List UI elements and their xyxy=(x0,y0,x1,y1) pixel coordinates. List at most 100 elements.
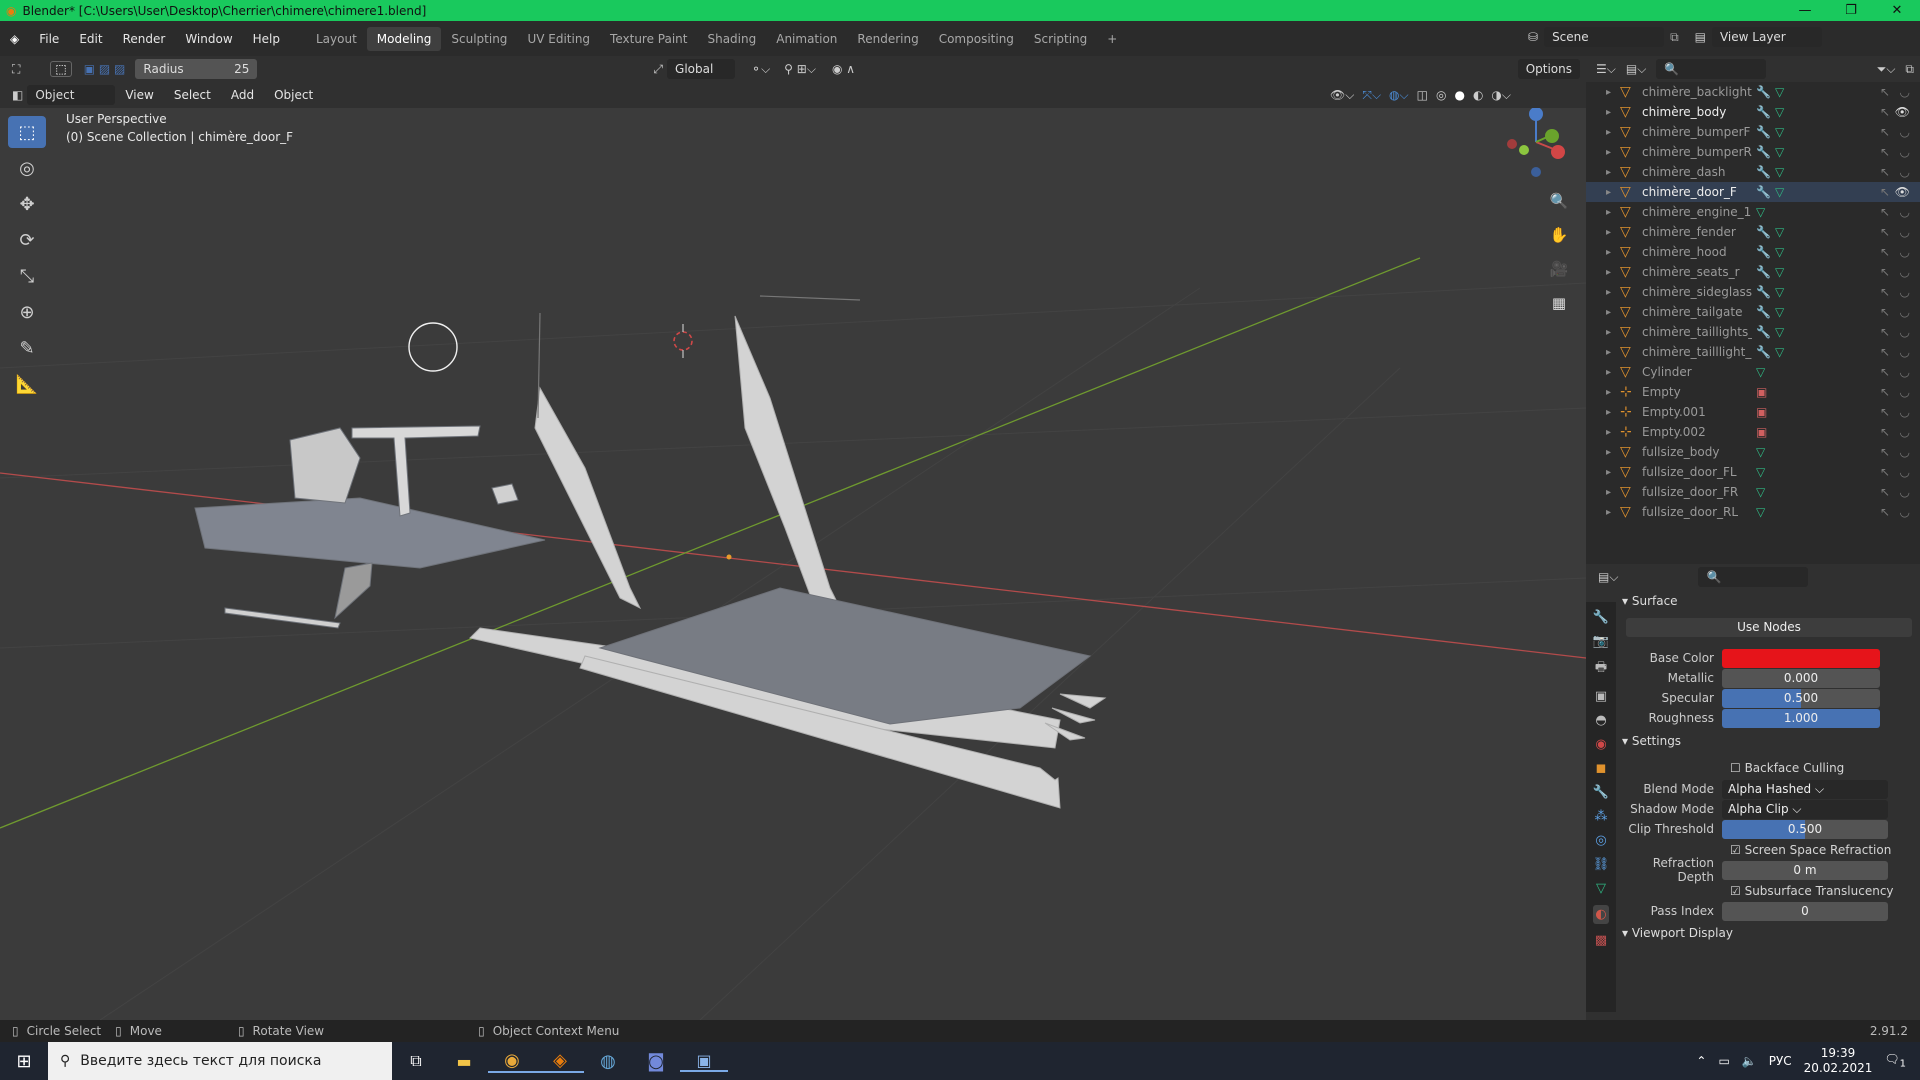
tray-chevron-icon[interactable]: ⌃ xyxy=(1696,1054,1706,1068)
outliner-row[interactable]: ▸ ⊹ Empty.001 ▣ ↖ ◡ xyxy=(1586,402,1920,422)
sss-checkbox[interactable]: ☑ Subsurface Translucency xyxy=(1730,884,1894,898)
shading-material-icon[interactable]: ◐ xyxy=(1473,88,1483,102)
outliner-row[interactable]: ▸ ⊹ Empty.002 ▣ ↖ ◡ xyxy=(1586,422,1920,442)
eye-closed-icon[interactable]: ◡ xyxy=(1900,305,1910,319)
eye-closed-icon[interactable]: ◡ xyxy=(1900,225,1910,239)
clock[interactable]: 19:39 20.02.2021 xyxy=(1804,1046,1873,1076)
scale-tool-icon[interactable]: ⤡ xyxy=(8,260,46,292)
task-view-icon[interactable]: ⧉ xyxy=(392,1051,440,1071)
selectable-arrow-icon[interactable]: ↖ xyxy=(1880,245,1890,259)
expand-arrow-icon[interactable]: ▸ xyxy=(1586,487,1611,498)
outliner-row[interactable]: ▸▽fullsize_door_RR▽↖◡ xyxy=(1586,522,1920,524)
expand-arrow-icon[interactable]: ▸ xyxy=(1586,427,1611,438)
camera-icon[interactable]: 🎥 xyxy=(1546,256,1572,282)
blender-taskbar-icon[interactable]: ◈ xyxy=(536,1050,584,1073)
gizmo-icon[interactable]: ⤧⌵ xyxy=(1362,88,1381,103)
radius-field[interactable]: Radius 25 xyxy=(135,59,258,79)
eye-closed-icon[interactable]: ◡ xyxy=(1900,445,1910,459)
dash-seat[interactable] xyxy=(289,427,361,504)
menu-add[interactable]: Add xyxy=(221,88,264,102)
expand-arrow-icon[interactable]: ▸ xyxy=(1586,347,1611,358)
tab-layout[interactable]: Layout xyxy=(306,27,367,51)
outliner-row[interactable]: ▸ ▽ chimère_body 🔧 ▽ ↖ 👁 xyxy=(1586,102,1920,122)
settings-panel-header[interactable]: ▾ Settings xyxy=(1622,734,1681,748)
particles-tab-icon[interactable]: ⁂ xyxy=(1595,809,1608,824)
expand-arrow-icon[interactable]: ▸ xyxy=(1586,407,1611,418)
mode-dropdown[interactable]: Object Mode xyxy=(27,85,116,122)
dash-side[interactable] xyxy=(334,562,373,620)
move-tool-icon[interactable]: ✥ xyxy=(8,188,46,220)
selectable-arrow-icon[interactable]: ↖ xyxy=(1880,85,1890,99)
display-mode-icon[interactable]: ▤⌵ xyxy=(1626,62,1646,77)
snap-icon[interactable]: ⚲ ⊞⌵ xyxy=(784,62,816,77)
metallic-field[interactable]: 0.000 xyxy=(1722,668,1880,688)
outliner-row[interactable]: ▸ ▽ chimère_bumperF 🔧 ▽ ↖ ◡ xyxy=(1586,122,1920,142)
selectable-arrow-icon[interactable]: ↖ xyxy=(1880,305,1890,319)
eye-closed-icon[interactable]: ◡ xyxy=(1900,385,1910,399)
gizmo-negy-icon[interactable] xyxy=(1519,145,1529,155)
selectable-arrow-icon[interactable]: ↖ xyxy=(1880,425,1890,439)
tab-rendering[interactable]: Rendering xyxy=(847,27,928,51)
add-workspace-button[interactable]: + xyxy=(1097,27,1127,51)
proportional-edit-icon[interactable]: ◉ ∧ xyxy=(832,62,855,76)
pivot-icon[interactable]: ⚬⌵ xyxy=(751,62,770,77)
discord-icon[interactable]: ◙ xyxy=(632,1051,680,1072)
selectable-arrow-icon[interactable]: ↖ xyxy=(1880,145,1890,159)
editor-type-icon[interactable]: ⛶ xyxy=(12,62,20,77)
eye-closed-icon[interactable]: ◡ xyxy=(1900,345,1910,359)
app-window-icon[interactable]: ▣ xyxy=(680,1051,728,1072)
expand-arrow-icon[interactable]: ▸ xyxy=(1586,327,1611,338)
properties-editor-icon[interactable]: ▤⌵ xyxy=(1598,570,1618,585)
rotate-tool-icon[interactable]: ⟳ xyxy=(8,224,46,256)
tab-texture-paint[interactable]: Texture Paint xyxy=(600,27,697,51)
dash-lower-bar[interactable] xyxy=(224,607,341,629)
outliner-row[interactable]: ▸ ▽ chimère_backlight 🔧 ▽ ↖ ◡ xyxy=(1586,82,1920,102)
new-scene-icon[interactable]: ⧉ xyxy=(1670,30,1679,45)
expand-arrow-icon[interactable]: ▸ xyxy=(1586,307,1611,318)
ssr-checkbox[interactable]: ☑ Screen Space Refraction xyxy=(1730,843,1891,857)
dash-knob[interactable] xyxy=(491,483,519,505)
selectable-arrow-icon[interactable]: ↖ xyxy=(1880,345,1890,359)
active-tool-icon[interactable]: ⬚ xyxy=(50,61,72,77)
eye-open-icon[interactable]: 👁 xyxy=(1895,105,1910,119)
volume-icon[interactable]: 🔈 xyxy=(1742,1054,1757,1068)
outliner-row[interactable]: ▸ ▽ fullsize_door_FL ▽ ↖ ◡ xyxy=(1586,462,1920,482)
steam-icon[interactable]: ◍ xyxy=(584,1051,632,1072)
outliner-row[interactable]: ▸ ▽ chimère_tailgate 🔧 ▽ ↖ ◡ xyxy=(1586,302,1920,322)
object-tab-icon[interactable]: ◼ xyxy=(1596,761,1607,776)
viewport-display-header[interactable]: ▾ Viewport Display xyxy=(1622,926,1733,940)
backface-culling-checkbox[interactable]: ☐ Backface Culling xyxy=(1730,761,1844,775)
close-button[interactable]: ✕ xyxy=(1874,0,1920,21)
gizmo-negz-icon[interactable] xyxy=(1531,167,1541,177)
expand-arrow-icon[interactable]: ▸ xyxy=(1586,187,1611,198)
cursor-tool-icon[interactable]: ◎ xyxy=(8,152,46,184)
menu-render[interactable]: Render xyxy=(113,32,176,46)
shading-wire-icon[interactable]: ◎ xyxy=(1436,88,1446,102)
selectable-arrow-icon[interactable]: ↖ xyxy=(1880,205,1890,219)
outliner-editor-icon[interactable]: ☰⌵ xyxy=(1596,62,1616,77)
pan-hand-icon[interactable]: ✋ xyxy=(1546,222,1572,248)
selectable-arrow-icon[interactable]: ↖ xyxy=(1880,405,1890,419)
tab-uv-editing[interactable]: UV Editing xyxy=(517,27,600,51)
expand-arrow-icon[interactable]: ▸ xyxy=(1586,207,1611,218)
expand-arrow-icon[interactable]: ▸ xyxy=(1586,127,1611,138)
shading-rendered-icon[interactable]: ◑⌵ xyxy=(1491,88,1511,103)
expand-arrow-icon[interactable]: ▸ xyxy=(1586,147,1611,158)
selectable-arrow-icon[interactable]: ↖ xyxy=(1880,165,1890,179)
output-tab-icon[interactable]: 🖶 xyxy=(1595,658,1607,680)
modifier-tab-icon[interactable]: 🔧 xyxy=(1593,785,1609,800)
selectable-arrow-icon[interactable]: ↖ xyxy=(1880,445,1890,459)
eye-closed-icon[interactable]: ◡ xyxy=(1900,425,1910,439)
eye-closed-icon[interactable]: ◡ xyxy=(1900,165,1910,179)
eye-closed-icon[interactable]: ◡ xyxy=(1900,505,1910,519)
selectable-arrow-icon[interactable]: ↖ xyxy=(1880,505,1890,519)
select-tool-icon[interactable]: ⬚ xyxy=(8,116,46,148)
outliner-row[interactable]: ▸ ▽ chimère_dash 🔧 ▽ ↖ ◡ xyxy=(1586,162,1920,182)
use-nodes-button[interactable]: Use Nodes xyxy=(1626,618,1912,637)
outliner-row[interactable]: ▸ ▽ fullsize_body ▽ ↖ ◡ xyxy=(1586,442,1920,462)
door-pillar-left[interactable] xyxy=(534,386,642,610)
view-layer-icon[interactable]: ▤ xyxy=(1695,30,1706,44)
xray-icon[interactable]: ◫ xyxy=(1417,88,1428,102)
roughness-field[interactable]: 1.000 xyxy=(1722,708,1880,728)
refraction-depth-field[interactable]: 0 m xyxy=(1722,860,1888,880)
